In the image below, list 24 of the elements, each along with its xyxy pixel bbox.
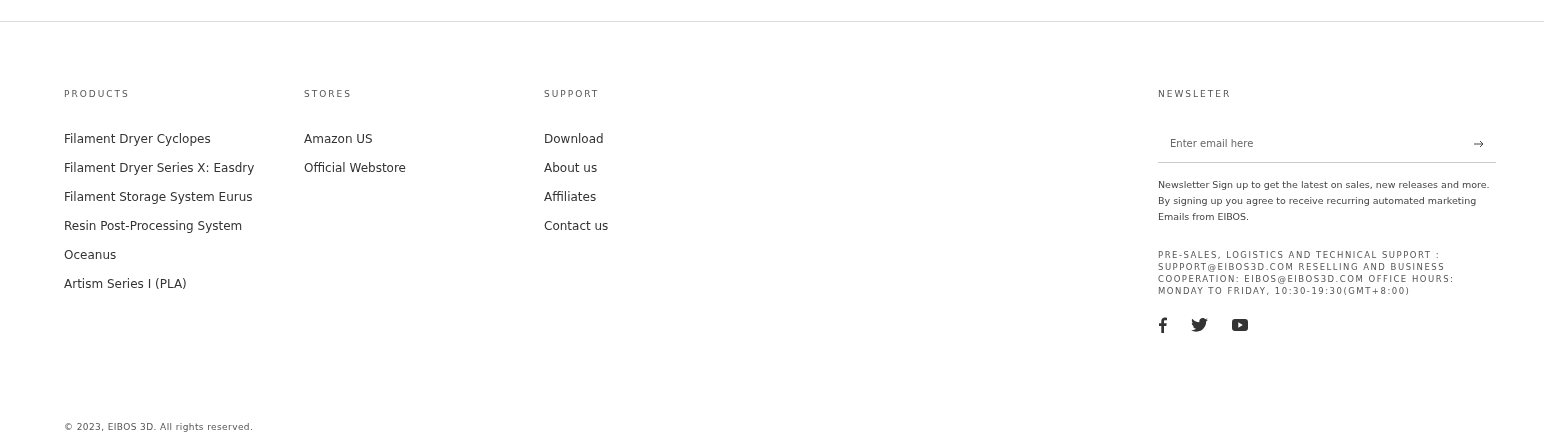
twitter-icon[interactable] — [1191, 318, 1208, 332]
footer-link[interactable]: Contact us — [544, 219, 609, 234]
footer-link[interactable]: Filament Dryer Cyclopes — [64, 132, 211, 147]
column-heading: SUPPORT — [544, 88, 600, 100]
footer-link[interactable]: Filament Dryer Series X: Easdry — [64, 161, 255, 176]
footer-link[interactable]: Oceanus — [64, 248, 117, 263]
youtube-icon[interactable] — [1232, 319, 1248, 331]
footer-link[interactable]: Filament Storage System Eurus — [64, 190, 253, 205]
email-field[interactable]: Enter email here — [1158, 125, 1496, 163]
column-heading: PRODUCTS — [64, 88, 130, 100]
footer-link[interactable]: Download — [544, 132, 604, 147]
footer-link[interactable]: Affiliates — [544, 190, 597, 205]
footer-link[interactable]: Amazon US — [304, 132, 373, 147]
footer-link[interactable]: Artism Series I (PLA) — [64, 277, 187, 292]
newsletter-heading: NEWSLETER — [1158, 88, 1233, 100]
contact-info: PRE-SALES, LOGISTICS AND TECHNICAL SUPPORT : SUPPORT@EIBOS3D.COM RESELLING AND BUSINESS COOPERATION: EIBOS@EIBOS3D.COM OFFICE HOURS: MONDAY TO FRIDAY, 10:30-19:30(GMT+8:00) — [1158, 249, 1456, 297]
copyright-text: © 2023, EIBOS 3D. All rights reserved. — [64, 422, 255, 432]
footer-link[interactable]: Official Webstore — [304, 161, 406, 176]
footer-link[interactable]: Resin Post-Processing System — [64, 219, 243, 234]
newsletter-notice: Newsletter Sign up to get the latest on sales, new releases and more. By signing up you agree to receive recurring automated marketing Emails from EIBOS. — [1158, 178, 1491, 224]
arrow-right-icon[interactable] — [1474, 140, 1484, 148]
facebook-icon[interactable] — [1158, 317, 1167, 333]
footer-link[interactable]: About us — [544, 161, 598, 176]
column-heading: STORES — [304, 88, 352, 100]
